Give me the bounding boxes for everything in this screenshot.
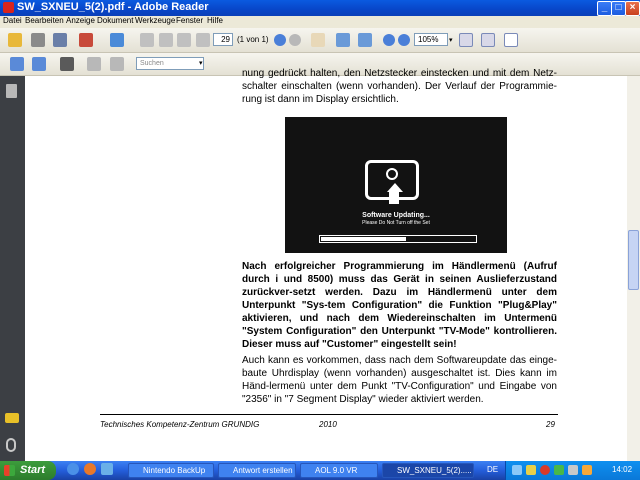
search-dropdown-icon[interactable]: ▾ [199,59,203,67]
paragraph-bottom: Auch kann es vorkommen, dass nach dem So… [242,355,557,405]
next-page-icon[interactable] [177,33,191,47]
firefox-icon[interactable] [84,463,96,475]
last-page-icon[interactable] [196,33,210,47]
windows-logo-icon [4,465,15,476]
menu-bearbeiten[interactable]: Bearbeiten [25,16,64,25]
close-button[interactable]: × [625,1,640,16]
zoom-dropdown-icon[interactable]: ▾ [449,36,453,44]
taskbar-button-nintendo-backup[interactable]: Nintendo BackUp [128,463,214,478]
minimize-button[interactable]: _ [597,1,612,16]
footer-divider [100,414,558,415]
adobe-reader-icon [3,2,14,13]
attachments-icon[interactable] [6,438,16,452]
update-progress-bar [319,235,477,243]
first-page-icon[interactable] [140,33,154,47]
menu-anzeige[interactable]: Anzeige [66,16,95,25]
clock[interactable]: 14:02 [612,465,632,474]
single-page-icon[interactable] [10,57,24,71]
taskbar-button-antwort[interactable]: Antwort erstellen ... [218,463,296,478]
email-icon[interactable] [79,33,93,47]
navigation-panel [0,76,25,461]
go-back-icon[interactable] [274,34,286,46]
taskbar-button-aol[interactable]: AOL 9.0 VR [300,463,378,478]
zoom-in-icon[interactable] [398,34,410,46]
tray-network-icon[interactable] [512,465,522,475]
footer-page: 29 [546,420,555,429]
menu-bar: Datei Bearbeiten Anzeige Dokument Werkze… [0,16,640,28]
tray-misc-icon[interactable] [582,465,592,475]
continuous-icon[interactable] [32,57,46,71]
go-forward-icon[interactable] [289,34,301,46]
upload-arrow-icon [387,183,403,192]
read-mode-icon[interactable] [60,57,74,71]
paragraph-top: nung gedrückt halten, den Netzstecker ei… [242,68,557,105]
menu-fenster[interactable]: Fenster [176,16,203,25]
open-icon[interactable] [8,33,22,47]
language-indicator[interactable]: DE [487,465,498,474]
tray-aol-icon[interactable] [540,465,550,475]
paragraph-bold: Nach erfolgreicher Programmierung im Hän… [242,261,557,350]
zoom-in-tool-icon[interactable] [336,33,350,47]
maximize-button[interactable]: □ [611,1,626,16]
page-count: (1 von 1) [237,35,269,44]
zoom-input[interactable]: 105% [414,33,448,46]
update-progress-fill [321,237,406,241]
menu-hilfe[interactable]: Hilfe [207,16,223,25]
zoom-out-icon[interactable] [383,34,395,46]
software-update-figure: Software Updating... Please Do Not Turn … [285,117,507,253]
window-title: SW_SXNEU_5(2).pdf - Adobe Reader [17,1,209,13]
footer-year: 2010 [319,420,337,429]
tray-security-icon[interactable] [526,465,536,475]
system-tray: 14:02 [505,461,640,480]
taskbar-button-adobe-reader[interactable]: SW_SXNEU_5(2)..... [382,463,474,478]
actual-size-icon[interactable] [459,33,473,47]
fit-page-icon[interactable] [481,33,495,47]
search-input[interactable]: Suchen [136,57,204,70]
save-icon[interactable] [53,33,67,47]
scrollbar-thumb[interactable] [628,230,639,290]
rotate-left-icon[interactable] [87,57,101,71]
quick-launch-icon[interactable] [101,463,113,475]
comments-icon[interactable] [5,413,19,423]
menu-werkzeuge[interactable]: Werkzeuge [135,16,175,25]
collaborate-icon[interactable] [110,33,124,47]
update-warning-text: Please Do Not Turn off the Set [362,220,430,226]
footer-left: Technisches Kompetenz-Zentrum GRUNDIG [100,420,260,429]
upload-arrow-shaft [389,192,399,204]
print-icon[interactable] [31,33,45,47]
page-number-input[interactable]: 29 [213,33,233,46]
title-bar: SW_SXNEU_5(2).pdf - Adobe Reader _ □ × [0,0,640,16]
hand-tool-icon[interactable] [311,33,325,47]
zoom-tool-icon[interactable] [358,33,372,47]
fit-width-icon[interactable] [504,33,518,47]
rotate-right-icon[interactable] [110,57,124,71]
tray-update-icon[interactable] [554,465,564,475]
pages-icon[interactable] [6,84,17,98]
previous-page-icon[interactable] [159,33,173,47]
menu-datei[interactable]: Datei [3,16,22,25]
ie-icon[interactable] [67,463,79,475]
update-status-text: Software Updating... [362,212,430,219]
disc-icon [386,168,398,180]
menu-dokument[interactable]: Dokument [97,16,133,25]
tray-volume-icon[interactable] [568,465,578,475]
